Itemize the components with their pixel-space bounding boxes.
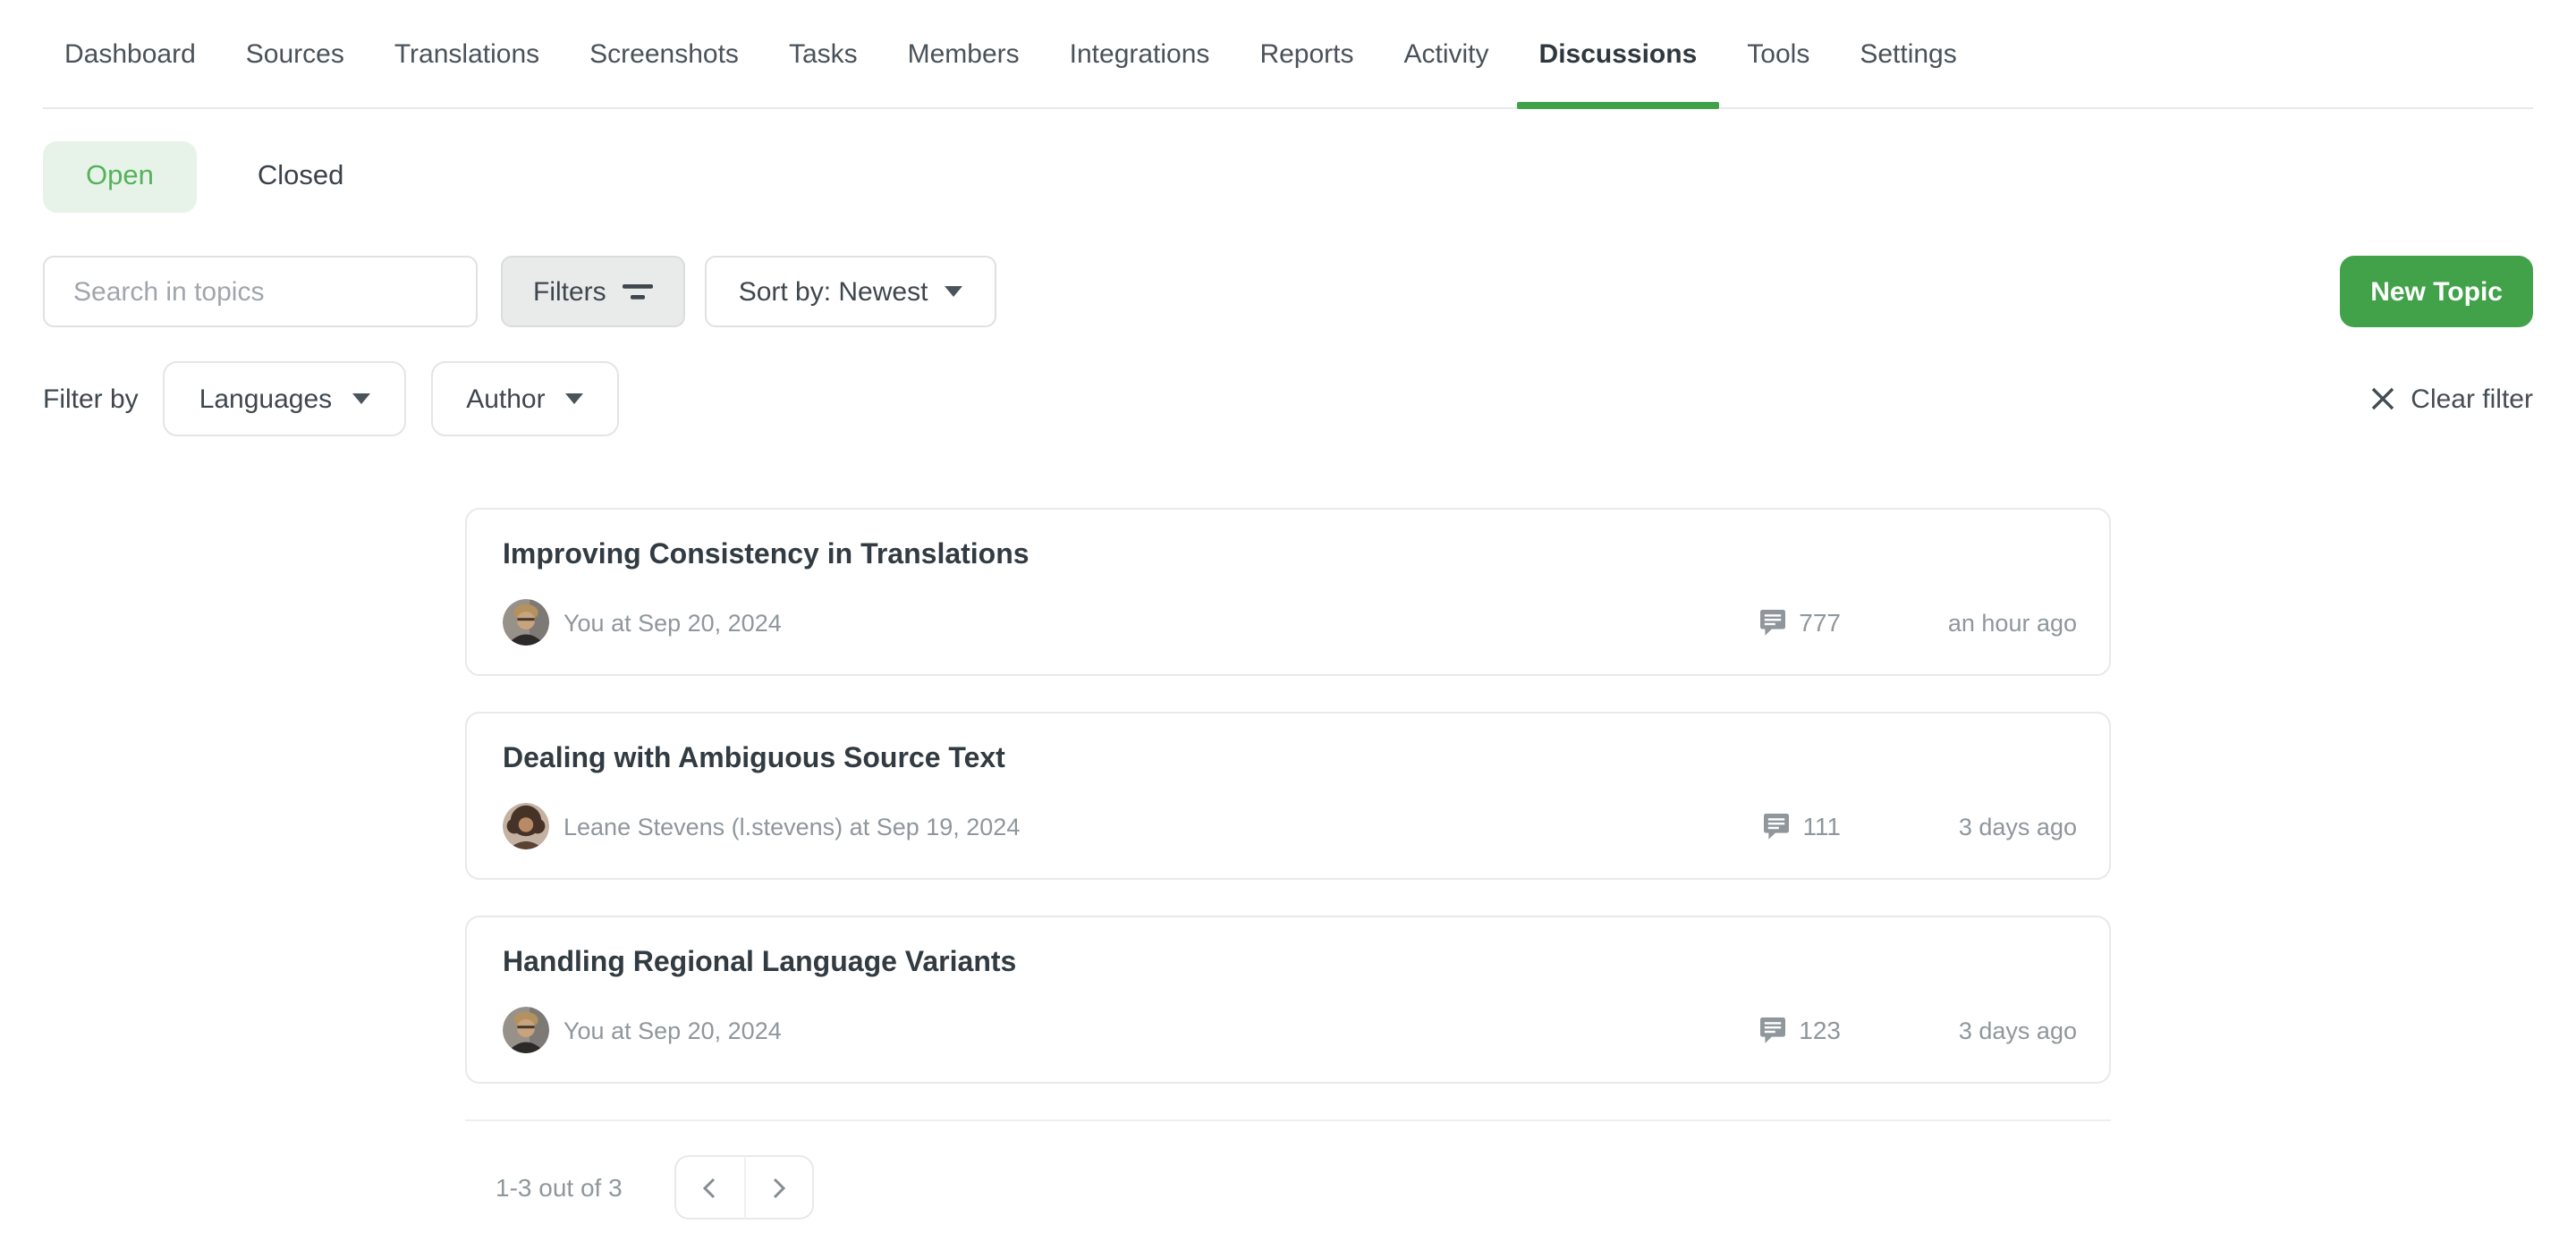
- comment-count: 111: [1761, 812, 1841, 840]
- discussion-title[interactable]: Improving Consistency in Translations: [503, 540, 2077, 572]
- last-activity-time: 3 days ago: [1880, 1017, 2077, 1043]
- list-divider: [465, 1119, 2111, 1121]
- pagination: 1-3 out of 3: [465, 1155, 2111, 1220]
- tab-open[interactable]: Open: [43, 141, 197, 213]
- meta-right: 123 3 days ago: [1758, 1016, 2077, 1044]
- clear-filter-button[interactable]: Clear filter: [2369, 384, 2533, 414]
- discussion-meta: You at Sep 20, 2024 123: [503, 1007, 2077, 1053]
- author-line: You at Sep 20, 2024: [564, 1017, 782, 1043]
- pager-controls: [674, 1155, 814, 1220]
- nav-item-sources[interactable]: Sources: [225, 0, 366, 107]
- nav-item-dashboard[interactable]: Dashboard: [43, 0, 217, 107]
- filter-lines-icon: [623, 280, 653, 303]
- discussion-card[interactable]: Handling Regional Language Variants: [465, 916, 2111, 1084]
- chevron-down-icon: [565, 393, 583, 404]
- author-line: Leane Stevens (l.stevens) at Sep 19, 202…: [564, 813, 1020, 840]
- last-activity-time: an hour ago: [1880, 609, 2077, 636]
- nav-item-screenshots[interactable]: Screenshots: [568, 0, 760, 107]
- comment-count-value: 111: [1802, 812, 1841, 840]
- nav-item-integrations[interactable]: Integrations: [1048, 0, 1232, 107]
- clear-filter-label: Clear filter: [2411, 384, 2533, 414]
- meta-right: 111 3 days ago: [1761, 812, 2077, 840]
- nav-item-members[interactable]: Members: [886, 0, 1041, 107]
- discussion-meta: You at Sep 20, 2024 777: [503, 599, 2077, 646]
- meta-right: 777 an hour ago: [1758, 608, 2077, 637]
- discussion-card[interactable]: Dealing with Ambiguous Source Text: [465, 712, 2111, 880]
- chevron-left-icon: [702, 1176, 718, 1199]
- discussion-title[interactable]: Handling Regional Language Variants: [503, 948, 2077, 980]
- nav-item-settings[interactable]: Settings: [1838, 0, 1978, 107]
- nav-item-activity[interactable]: Activity: [1383, 0, 1511, 107]
- top-navigation: Dashboard Sources Translations Screensho…: [43, 0, 2533, 109]
- author-avatar: [503, 803, 549, 849]
- new-topic-button-label: New Topic: [2370, 276, 2503, 307]
- new-topic-button[interactable]: New Topic: [2340, 256, 2533, 327]
- next-page-button[interactable]: [744, 1155, 814, 1220]
- status-tabs: Open Closed: [43, 141, 2533, 213]
- comment-bubble-icon: [1758, 1016, 1786, 1044]
- chevron-down-icon: [352, 393, 369, 404]
- nav-item-reports[interactable]: Reports: [1238, 0, 1375, 107]
- filters-button-label: Filters: [533, 276, 606, 307]
- nav-item-discussions[interactable]: Discussions: [1518, 0, 1719, 107]
- author-avatar: [503, 1007, 549, 1053]
- chevron-right-icon: [771, 1176, 787, 1199]
- close-icon: [2369, 386, 2394, 411]
- discussion-card[interactable]: Improving Consistency in Translations: [465, 508, 2111, 676]
- nav-item-tools[interactable]: Tools: [1725, 0, 1831, 107]
- chevron-down-icon: [944, 286, 962, 297]
- languages-dropdown[interactable]: Languages: [164, 361, 406, 436]
- author-dropdown-label: Author: [466, 384, 545, 414]
- discussion-list: Improving Consistency in Translations: [465, 508, 2111, 1220]
- author-avatar: [503, 599, 549, 646]
- sort-dropdown-label: Sort by: Newest: [739, 276, 928, 307]
- pagination-summary: 1-3 out of 3: [496, 1173, 623, 1202]
- discussion-meta: Leane Stevens (l.stevens) at Sep 19, 202…: [503, 803, 2077, 849]
- comment-count: 123: [1758, 1016, 1841, 1044]
- filters-button[interactable]: Filters: [501, 256, 685, 327]
- comment-count-value: 777: [1799, 608, 1841, 637]
- sort-dropdown[interactable]: Sort by: Newest: [705, 256, 996, 327]
- filter-by-label: Filter by: [43, 384, 139, 414]
- languages-dropdown-label: Languages: [199, 384, 333, 414]
- tab-closed[interactable]: Closed: [215, 141, 387, 213]
- discussion-title[interactable]: Dealing with Ambiguous Source Text: [503, 744, 2077, 776]
- last-activity-time: 3 days ago: [1880, 813, 2077, 840]
- comment-bubble-icon: [1761, 812, 1790, 840]
- comment-count: 777: [1758, 608, 1841, 637]
- author-dropdown[interactable]: Author: [430, 361, 618, 436]
- comment-count-value: 123: [1799, 1016, 1841, 1044]
- previous-page-button[interactable]: [674, 1155, 744, 1220]
- comment-bubble-icon: [1758, 608, 1786, 637]
- discussions-page: Dashboard Sources Translations Screensho…: [0, 0, 2576, 1241]
- toolbar: Filters Sort by: Newest New Topic: [43, 256, 2533, 327]
- nav-item-tasks[interactable]: Tasks: [767, 0, 879, 107]
- filter-bar: Filter by Languages Author Clear filter: [43, 361, 2533, 436]
- author-line: You at Sep 20, 2024: [564, 609, 782, 636]
- search-input[interactable]: [43, 256, 478, 327]
- nav-item-translations[interactable]: Translations: [373, 0, 561, 107]
